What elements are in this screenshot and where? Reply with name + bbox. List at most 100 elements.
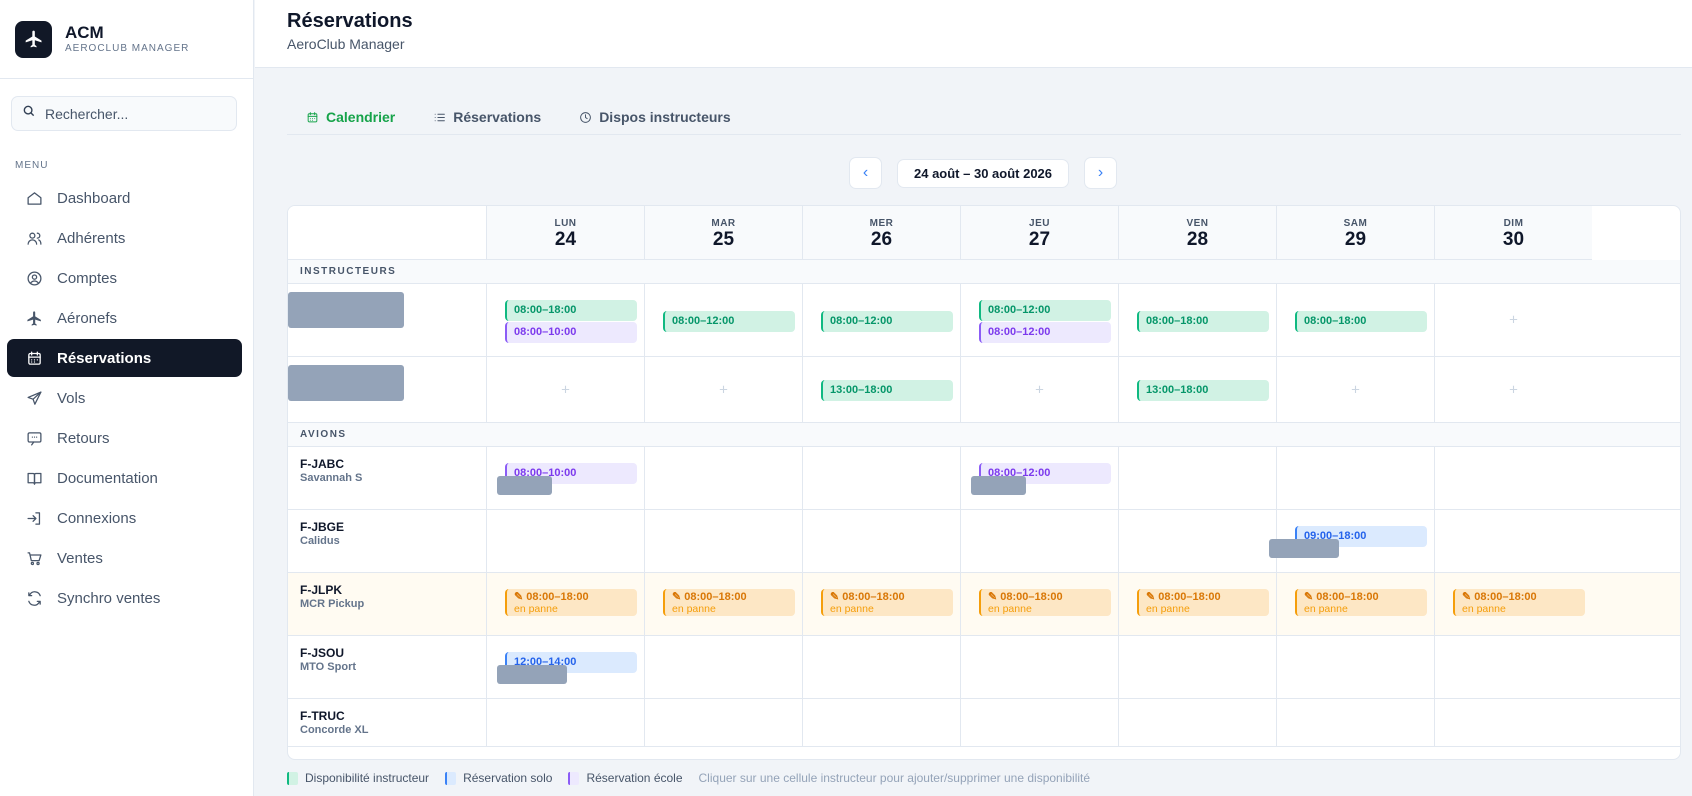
availability-chip[interactable]: 08:00–12:00 — [979, 300, 1111, 321]
sidebar-item-synchro-ventes[interactable]: Synchro ventes — [7, 579, 242, 617]
maintenance-chip[interactable]: ✎ 08:00–18:00 en panne — [505, 589, 637, 616]
page-subtitle: AeroClub Manager — [287, 36, 405, 52]
instructor-availability-cell[interactable]: + — [960, 357, 1118, 422]
instructor-availability-cell[interactable]: + — [1434, 357, 1592, 422]
instructor-availability-cell[interactable]: 08:00–18:00 — [1276, 284, 1434, 356]
instructor-availability-cell[interactable]: + — [486, 357, 644, 422]
availability-chip[interactable]: 08:00–18:00 — [505, 300, 637, 321]
sidebar-item-documentation[interactable]: Documentation — [7, 459, 242, 497]
aircraft-day-cell[interactable] — [1118, 510, 1276, 572]
day-name: LUN — [554, 218, 577, 229]
sidebar-item-adherents[interactable]: Adhérents — [7, 219, 242, 257]
aircraft-day-cell[interactable] — [960, 699, 1118, 746]
aircraft-day-cell[interactable] — [1118, 447, 1276, 509]
instructor-availability-cell[interactable]: 08:00–12:00 — [802, 284, 960, 356]
sidebar-item-aeronefs[interactable]: Aéronefs — [7, 299, 242, 337]
aircraft-day-cell[interactable]: ✎ 08:00–18:00 en panne — [644, 573, 802, 635]
aircraft-day-cell[interactable]: ✎ 08:00–18:00 en panne — [486, 573, 644, 635]
aircraft-day-cell[interactable] — [486, 510, 644, 572]
instructor-availability-cell[interactable]: + — [1434, 284, 1592, 356]
sidebar-item-reservations[interactable]: Réservations — [7, 339, 242, 377]
previous-week-button[interactable]: ‹ — [849, 157, 882, 189]
day-number: 30 — [1502, 229, 1525, 250]
instructor-availability-cell[interactable]: + — [644, 357, 802, 422]
search-input[interactable] — [45, 105, 225, 122]
availability-chip[interactable]: 13:00–18:00 — [1137, 380, 1269, 401]
tab-dispos-instructeurs[interactable]: Dispos instructeurs — [560, 105, 749, 129]
maintenance-chip[interactable]: ✎ 08:00–18:00 en panne — [1137, 589, 1269, 616]
aircraft-day-cell[interactable]: 12:00–14:00 — [486, 636, 644, 698]
aircraft-label: F-JLPK MCR Pickup — [300, 583, 364, 610]
aircraft-day-cell[interactable] — [1276, 636, 1434, 698]
aircraft-day-cell[interactable] — [644, 699, 802, 746]
availability-chip[interactable]: 08:00–18:00 — [1137, 311, 1269, 332]
aircraft-day-cell[interactable]: ✎ 08:00–18:00 en panne — [1434, 573, 1592, 635]
section-instructors: INSTRUCTEURS — [288, 260, 1680, 284]
main-nav: Dashboard Adhérents Comptes Aéronefs Réserva… — [7, 179, 242, 619]
aircraft-day-cell[interactable]: ✎ 08:00–18:00 en panne — [1276, 573, 1434, 635]
sidebar-item-retours[interactable]: Retours — [7, 419, 242, 457]
aircraft-day-cell[interactable] — [644, 636, 802, 698]
wrench-icon: ✎ — [830, 591, 843, 603]
sidebar-item-comptes[interactable]: Comptes — [7, 259, 242, 297]
aircraft-day-cell[interactable]: ✎ 08:00–18:00 en panne — [802, 573, 960, 635]
aircraft-day-cell[interactable] — [802, 510, 960, 572]
aircraft-day-cell[interactable] — [644, 510, 802, 572]
aircraft-day-cell[interactable]: ✎ 08:00–18:00 en panne — [960, 573, 1118, 635]
aircraft-day-cell[interactable]: 09:00–18:00 — [1269, 510, 1434, 572]
maintenance-chip[interactable]: ✎ 08:00–18:00 en panne — [663, 589, 795, 616]
instructor-availability-cell[interactable]: 08:00–18:00 — [1118, 284, 1276, 356]
aircraft-day-cell[interactable] — [960, 636, 1118, 698]
aircraft-day-cell[interactable] — [960, 510, 1118, 572]
maintenance-chip[interactable]: ✎ 08:00–18:00 en panne — [821, 589, 953, 616]
redacted-instructor-name — [288, 365, 404, 401]
maintenance-chip[interactable]: ✎ 08:00–18:00 en panne — [1295, 589, 1427, 616]
instructor-availability-cell[interactable]: + — [1276, 357, 1434, 422]
sidebar-item-ventes[interactable]: Ventes — [7, 539, 242, 577]
availability-chip[interactable]: 13:00–18:00 — [821, 380, 953, 401]
aircraft-day-cell[interactable]: 08:00–12:00 — [960, 447, 1118, 509]
clock-icon — [579, 111, 592, 124]
aircraft-day-cell[interactable] — [1276, 447, 1434, 509]
aircraft-day-cell[interactable] — [1276, 699, 1434, 746]
aircraft-day-cell[interactable] — [802, 699, 960, 746]
aircraft-day-cell[interactable] — [1434, 447, 1592, 509]
aircraft-day-cell[interactable] — [486, 699, 644, 746]
next-week-button[interactable]: › — [1084, 157, 1118, 189]
sidebar-item-dashboard[interactable]: Dashboard — [7, 179, 242, 217]
maintenance-chip[interactable]: ✎ 08:00–18:00 en panne — [1453, 589, 1585, 616]
tab-calendrier[interactable]: Calendrier — [287, 105, 414, 129]
availability-chip[interactable]: 08:00–12:00 — [821, 311, 953, 332]
maintenance-chip[interactable]: ✎ 08:00–18:00 en panne — [979, 589, 1111, 616]
sidebar-item-label: Retours — [57, 429, 110, 447]
tab-reservations[interactable]: Réservations — [414, 105, 560, 129]
availability-chip[interactable]: 08:00–18:00 — [1295, 311, 1427, 332]
aircraft-day-cell[interactable] — [1434, 699, 1592, 746]
aircraft-day-cell[interactable]: ✎ 08:00–18:00 en panne — [1118, 573, 1276, 635]
instructor-availability-cell[interactable]: 08:00–12:00 — [644, 284, 802, 356]
instructor-availability-cell[interactable]: 08:00–12:00 08:00–12:00 — [960, 284, 1118, 356]
sidebar-item-vols[interactable]: Vols — [7, 379, 242, 417]
chip-time: ✎ 08:00–18:00 — [988, 591, 1111, 603]
aircraft-day-cell[interactable] — [1118, 636, 1276, 698]
aircraft-day-cell[interactable] — [802, 447, 960, 509]
aircraft-day-cell[interactable] — [1434, 510, 1592, 572]
school-booking-chip[interactable]: 08:00–12:00 — [979, 322, 1111, 343]
sidebar-item-connexions[interactable]: Connexions — [7, 499, 242, 537]
aircraft-row: F-JLPK MCR Pickup ✎ 08:00–18:00 en panne ✎ 0… — [288, 573, 1680, 636]
instructor-availability-cell[interactable]: 13:00–18:00 — [802, 357, 960, 422]
add-availability-icon: + — [1509, 311, 1518, 329]
aircraft-day-cell[interactable] — [644, 447, 802, 509]
aircraft-day-cell[interactable] — [1434, 636, 1592, 698]
aircraft-day-cell[interactable] — [802, 636, 960, 698]
school-booking-chip[interactable]: 08:00–10:00 — [505, 322, 637, 343]
instructor-availability-cell[interactable]: 08:00–18:00 08:00–10:00 — [486, 284, 644, 356]
aircraft-day-cell[interactable] — [1118, 699, 1276, 746]
aircraft-registration: F-JLPK — [300, 583, 342, 597]
chip-time-text: 08:00–18:00 — [842, 591, 905, 603]
availability-chip[interactable]: 08:00–12:00 — [663, 311, 795, 332]
chip-status: en panne — [1462, 603, 1506, 615]
search-box[interactable] — [11, 96, 237, 131]
aircraft-day-cell[interactable]: 08:00–10:00 — [486, 447, 644, 509]
instructor-availability-cell[interactable]: 13:00–18:00 — [1118, 357, 1276, 422]
